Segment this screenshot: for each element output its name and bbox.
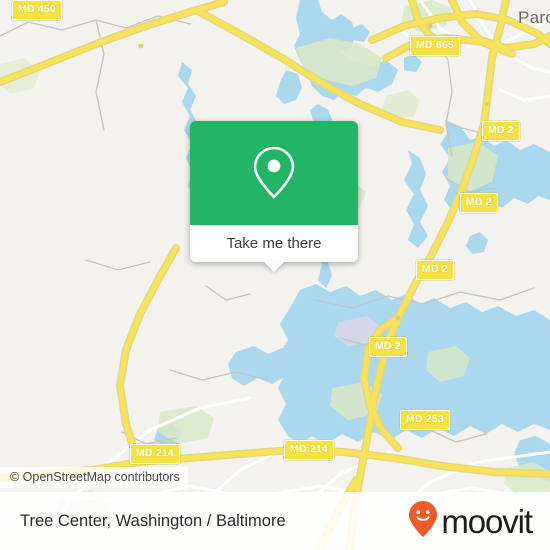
road-shield-md-2-lower: MD 2 xyxy=(369,337,407,357)
road-shield-md-253: MD 253 xyxy=(400,410,450,430)
place-label-parole: Parole xyxy=(518,8,550,27)
map-pin-icon xyxy=(252,145,296,201)
road-shield-md-450: MD 450 xyxy=(12,0,62,20)
location-title: Tree Center, Washington / Baltimore xyxy=(20,511,286,530)
road-shield-md-665: MD 665 xyxy=(410,36,460,56)
moovit-wordmark: moovit xyxy=(441,502,533,540)
popup-image-placeholder xyxy=(190,121,358,225)
osm-attribution[interactable]: © OpenStreetMap contributors xyxy=(0,467,188,488)
road-shield-md-2-north: MD 2 xyxy=(482,121,520,141)
road-shield-md-2-mid: MD 2 xyxy=(416,260,454,280)
moovit-pin-smiley-icon xyxy=(408,500,438,543)
footer-bar: Tree Center, Washington / Baltimore moov… xyxy=(0,492,550,550)
popup-action-bar[interactable]: Take me there xyxy=(190,225,358,272)
road-shield-md-2-upper: MD 2 xyxy=(460,193,498,213)
road-shield-md-214-east: MD 214 xyxy=(284,440,334,460)
road-shield-md-214-west: MD 214 xyxy=(130,444,180,464)
take-me-there-label: Take me there xyxy=(226,235,322,252)
popup-tail-pointer xyxy=(264,262,284,272)
moovit-brand: moovit xyxy=(408,500,533,543)
moovit-map-screenshot: MD 450 MD 665 MD 2 MD 2 MD 2 MD 2 MD 253… xyxy=(0,0,550,550)
location-popup-card[interactable]: Take me there xyxy=(190,121,358,272)
